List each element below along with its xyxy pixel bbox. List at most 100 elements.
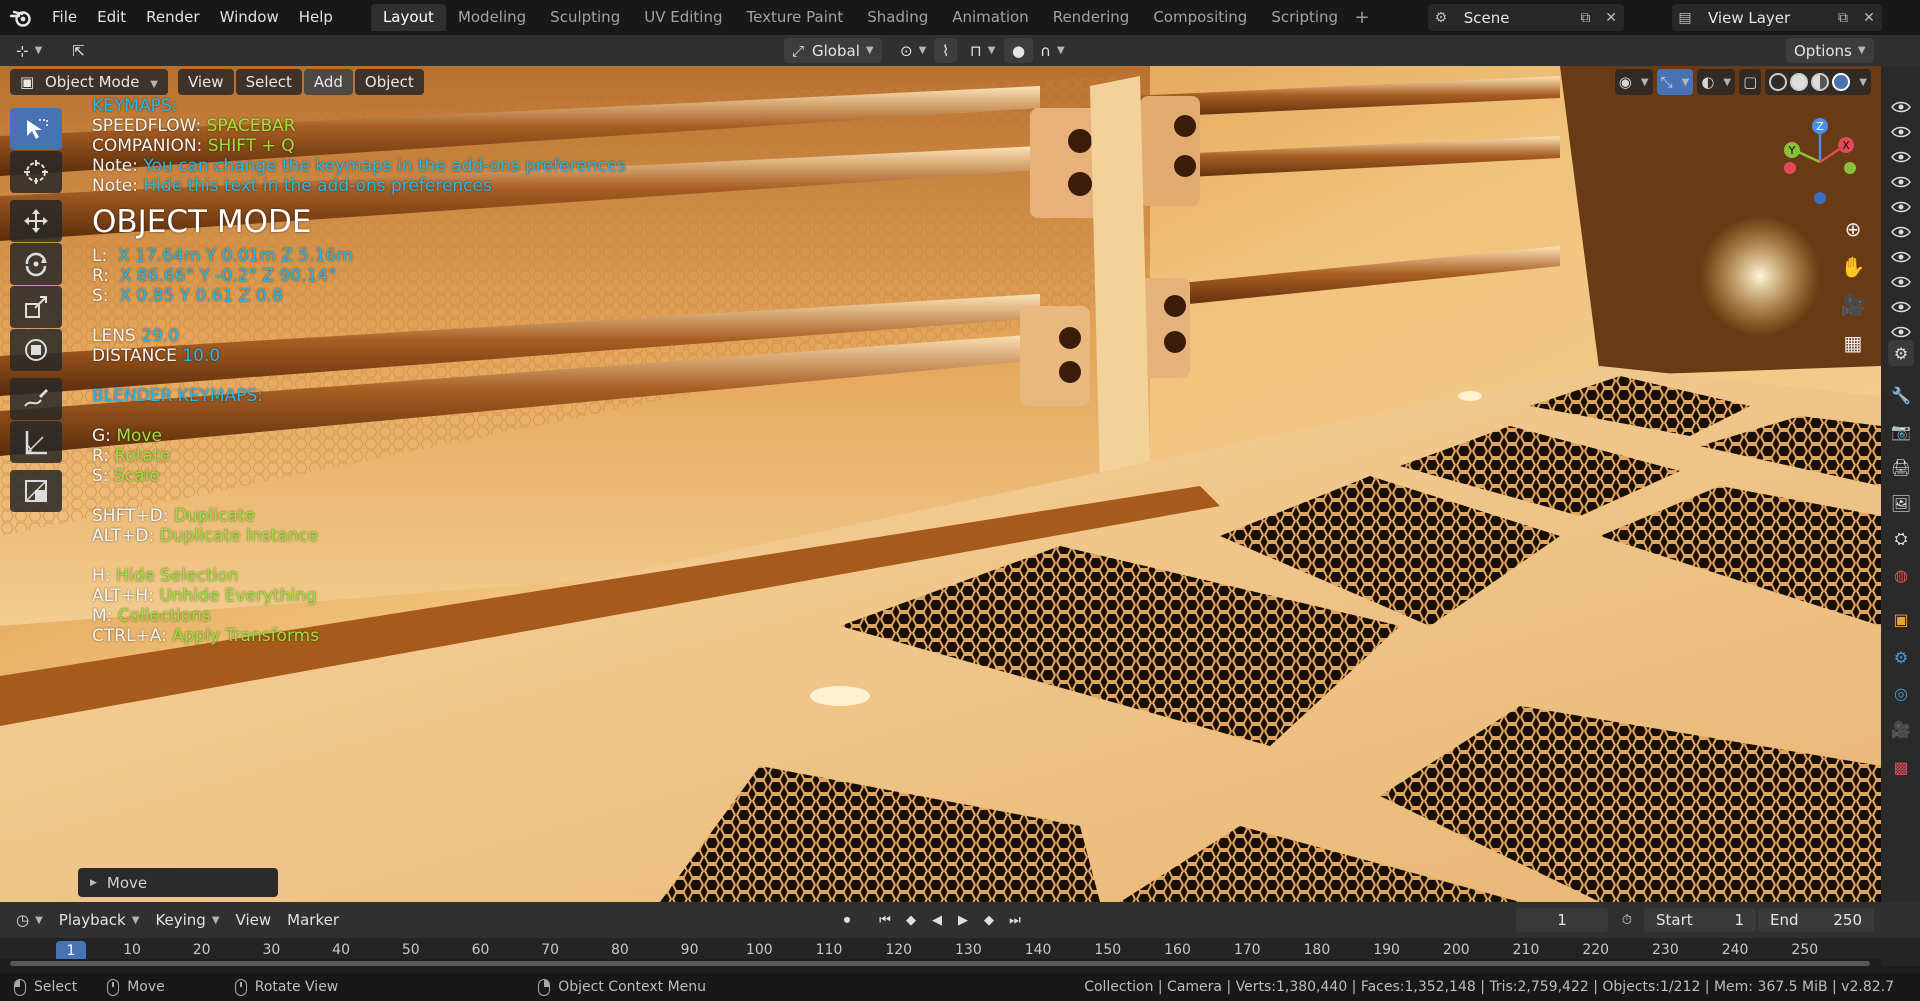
end-frame-field[interactable]: End 250 (1758, 908, 1874, 932)
timeline-view-menu[interactable]: View (228, 911, 280, 929)
pivot-dropdown[interactable]: ⊙ ▼ (892, 38, 934, 63)
scale-tool[interactable] (10, 286, 62, 328)
view-layer-name[interactable]: View Layer (1698, 9, 1830, 27)
next-keyframe-icon[interactable]: ◆ (978, 909, 1000, 931)
eye-icon[interactable] (1891, 125, 1911, 139)
mode-dropdown[interactable]: ▣ Object Mode ▼ (10, 69, 168, 95)
menu-file[interactable]: File (42, 0, 87, 35)
current-frame-field[interactable]: 1 (1516, 908, 1608, 932)
options-dropdown[interactable]: Options ▼ (1786, 38, 1874, 63)
scene-name[interactable]: Scene (1454, 9, 1573, 27)
tab-scripting[interactable]: Scripting (1259, 4, 1350, 31)
menu-object[interactable]: Object (354, 69, 424, 95)
timeline-scrollbar[interactable] (0, 959, 1881, 968)
move-tool[interactable] (10, 200, 62, 242)
menu-view[interactable]: View (177, 69, 234, 95)
solid-shading-icon[interactable] (1790, 73, 1809, 91)
scene-selector[interactable]: ⚙ Scene ⧉ ✕ (1428, 4, 1624, 31)
delete-scene-icon[interactable]: ✕ (1598, 4, 1624, 31)
orientation-dropdown[interactable]: ⤢ Global ▼ (784, 38, 882, 63)
gizmo-toggle[interactable]: ⤡ ▼ (1656, 69, 1694, 95)
world-properties-icon[interactable]: ◍ (1888, 562, 1914, 588)
pan-hand-icon[interactable]: ✋ (1838, 252, 1868, 282)
playback-menu[interactable]: Playback ▼ (51, 911, 148, 929)
object-properties-icon[interactable]: ▣ (1888, 606, 1914, 632)
jump-start-icon[interactable]: ⏮ (874, 909, 896, 931)
eye-icon[interactable] (1891, 225, 1911, 239)
gizmo-neg-z[interactable] (1814, 192, 1826, 204)
timeline-editor-type[interactable]: ◷ ▼ (8, 911, 51, 929)
render-properties-icon[interactable]: 📷 (1888, 418, 1914, 444)
eye-icon[interactable] (1891, 100, 1911, 114)
add-cube-tool[interactable] (10, 470, 62, 512)
gizmo-neg-x[interactable] (1784, 162, 1796, 174)
start-frame-field[interactable]: Start 1 (1644, 908, 1756, 932)
menu-select[interactable]: Select (235, 69, 302, 95)
select-box-tool[interactable] (10, 108, 62, 150)
modifier-properties-icon[interactable]: ⚙ (1888, 644, 1914, 670)
marker-menu[interactable]: Marker (279, 911, 347, 929)
navigation-gizmo[interactable]: Z Y X (1770, 110, 1870, 220)
jump-end-icon[interactable]: ⏭ (1004, 909, 1026, 931)
rendered-shading-icon[interactable] (1832, 73, 1851, 91)
delete-view-layer-icon[interactable]: ✕ (1856, 4, 1882, 31)
scene-properties-icon[interactable]: ⛭ (1888, 526, 1914, 552)
view-layer-selector[interactable]: ▤ View Layer ⧉ ✕ (1672, 4, 1882, 31)
snap-target-dropdown[interactable]: ⊓ ▼ (962, 38, 1003, 63)
texture-properties-icon[interactable]: ▩ (1888, 754, 1914, 780)
menu-add[interactable]: Add (303, 69, 353, 95)
tab-animation[interactable]: Animation (940, 4, 1040, 31)
xray-toggle[interactable]: ▢ (1739, 69, 1762, 95)
tab-shading[interactable]: Shading (855, 4, 940, 31)
keying-menu[interactable]: Keying ▼ (147, 911, 227, 929)
play-reverse-icon[interactable]: ◀ (926, 909, 948, 931)
tab-rendering[interactable]: Rendering (1041, 4, 1142, 31)
eye-icon[interactable] (1891, 175, 1911, 189)
eye-icon[interactable] (1891, 275, 1911, 289)
physics-properties-icon[interactable]: ◎ (1888, 680, 1914, 706)
menu-render[interactable]: Render (136, 0, 209, 35)
proportional-falloff-dropdown[interactable]: ∩ ▼ (1032, 38, 1073, 63)
tab-compositing[interactable]: Compositing (1141, 4, 1259, 31)
tab-texture-paint[interactable]: Texture Paint (734, 4, 855, 31)
object-data-camera-icon[interactable]: 🎥 (1888, 716, 1914, 742)
eye-icon[interactable] (1891, 150, 1911, 164)
new-view-layer-icon[interactable]: ⧉ (1830, 4, 1856, 31)
tab-layout[interactable]: Layout (370, 4, 446, 31)
measure-tool[interactable] (10, 421, 62, 463)
proportional-edit-toggle[interactable]: ● (1004, 38, 1034, 63)
add-workspace-button[interactable]: + (1350, 7, 1374, 28)
eye-icon[interactable] (1891, 250, 1911, 264)
cursor-tool[interactable] (10, 151, 62, 193)
3d-viewport[interactable]: ▣ Object Mode ▼ View Select Add Object ◉… (0, 66, 1881, 902)
chevron-down-icon[interactable]: ▼ (1859, 77, 1867, 88)
stopwatch-icon[interactable]: ⏱ (1616, 909, 1638, 931)
tab-modeling[interactable]: Modeling (446, 4, 538, 31)
tab-uv-editing[interactable]: UV Editing (632, 4, 734, 31)
snap-toggle[interactable]: ⌇ (934, 38, 958, 63)
play-icon[interactable]: ▶ (952, 909, 974, 931)
wrench-icon[interactable]: 🔧 (1888, 382, 1914, 408)
scrollbar-thumb[interactable] (10, 961, 1870, 966)
annotate-tool[interactable] (10, 378, 62, 420)
zoom-icon[interactable]: ⊕ (1838, 214, 1868, 244)
camera-view-icon[interactable]: 🎥 (1838, 290, 1868, 320)
transform-tool[interactable] (10, 329, 62, 371)
view-layer-properties-icon[interactable]: 🖼 (1888, 490, 1914, 516)
menu-help[interactable]: Help (289, 0, 343, 35)
prev-keyframe-icon[interactable]: ◆ (900, 909, 922, 931)
eye-icon[interactable] (1891, 200, 1911, 214)
output-properties-icon[interactable]: 🖨 (1888, 454, 1914, 480)
last-operator-panel[interactable]: ▶ Move (78, 868, 278, 897)
menu-window[interactable]: Window (210, 0, 289, 35)
material-shading-icon[interactable] (1811, 73, 1830, 91)
editor-type-button[interactable]: ⊹ ▼ (8, 38, 50, 63)
record-icon[interactable]: ⏺ (836, 909, 858, 931)
tab-sculpting[interactable]: Sculpting (538, 4, 632, 31)
eye-icon[interactable] (1891, 300, 1911, 314)
visibility-dropdown[interactable]: ◉ ▼ (1614, 69, 1653, 95)
eye-icon[interactable] (1891, 325, 1911, 339)
tool-properties-icon[interactable]: ⚙ (1888, 340, 1914, 366)
ortho-grid-icon[interactable]: ▦ (1838, 328, 1868, 358)
select-tool-icon[interactable]: ⇱ (64, 38, 93, 63)
